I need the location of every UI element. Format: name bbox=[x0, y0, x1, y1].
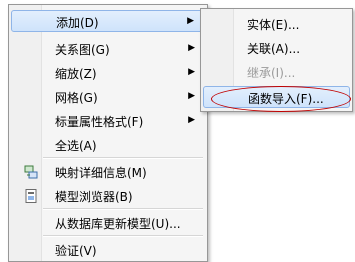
menu-item-label: 实体(E)... bbox=[247, 18, 300, 32]
menu-item-label: 继承(I)... bbox=[247, 66, 296, 80]
context-menu: 添加(D) ▶ 关系图(G) ▶ 缩放(Z) ▶ 网格(G) ▶ 标量属性格式(… bbox=[8, 4, 208, 262]
submenu-item-inheritance[interactable]: 继承(I)... bbox=[203, 61, 350, 83]
submenu-arrow-icon: ▶ bbox=[187, 16, 194, 26]
mapping-details-icon bbox=[24, 165, 38, 179]
menu-separator bbox=[43, 235, 203, 237]
menu-item-mapping-details[interactable]: 映射详细信息(M) bbox=[11, 161, 205, 183]
menu-item-validate[interactable]: 验证(V) bbox=[11, 239, 205, 261]
menu-item-scalar-property-format[interactable]: 标量属性格式(F) ▶ bbox=[11, 110, 205, 132]
submenu-arrow-icon: ▶ bbox=[188, 91, 195, 101]
menu-item-zoom[interactable]: 缩放(Z) ▶ bbox=[11, 62, 205, 84]
menu-item-grid[interactable]: 网格(G) ▶ bbox=[11, 86, 205, 108]
menu-item-label: 添加(D) bbox=[56, 16, 99, 30]
menu-item-label: 验证(V) bbox=[55, 244, 97, 258]
menu-item-label: 关系图(G) bbox=[55, 43, 110, 57]
menu-item-diagram[interactable]: 关系图(G) ▶ bbox=[11, 38, 205, 60]
menu-item-label: 网格(G) bbox=[55, 91, 98, 105]
menu-item-label: 模型浏览器(B) bbox=[55, 190, 133, 204]
submenu-arrow-icon: ▶ bbox=[188, 43, 195, 53]
menu-item-update-model-from-database[interactable]: 从数据库更新模型(U)... bbox=[11, 212, 205, 234]
menu-item-add[interactable]: 添加(D) ▶ bbox=[11, 10, 205, 32]
menu-separator bbox=[43, 208, 203, 210]
model-browser-icon bbox=[25, 189, 37, 203]
menu-item-label: 全选(A) bbox=[55, 139, 97, 153]
menu-item-label: 映射详细信息(M) bbox=[55, 166, 147, 180]
submenu-arrow-icon: ▶ bbox=[188, 115, 195, 125]
menu-item-label: 缩放(Z) bbox=[55, 67, 97, 81]
submenu-item-association[interactable]: 关联(A)... bbox=[203, 37, 350, 59]
submenu-arrow-icon: ▶ bbox=[188, 67, 195, 77]
menu-item-label: 标量属性格式(F) bbox=[55, 115, 144, 129]
menu-item-label: 关联(A)... bbox=[247, 42, 301, 56]
menu-item-label: 从数据库更新模型(U)... bbox=[55, 217, 181, 231]
menu-item-select-all[interactable]: 全选(A) bbox=[11, 134, 205, 156]
menu-separator bbox=[43, 157, 203, 159]
menu-item-model-browser[interactable]: 模型浏览器(B) bbox=[11, 185, 205, 207]
annotation-oval bbox=[211, 86, 351, 112]
submenu-item-entity[interactable]: 实体(E)... bbox=[203, 13, 350, 35]
